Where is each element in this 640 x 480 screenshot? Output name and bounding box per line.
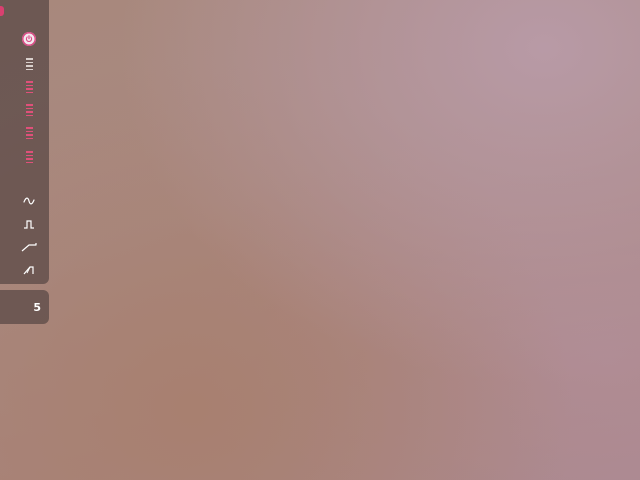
- menu-button-4[interactable]: [14, 123, 44, 143]
- indicator-marker: [0, 6, 4, 16]
- power-button[interactable]: [14, 29, 44, 49]
- menu-lines-icon: [25, 58, 33, 70]
- sawtooth-wave-icon: [23, 266, 34, 275]
- menu-button-5[interactable]: [14, 147, 44, 167]
- ramp-wave-icon: [21, 243, 37, 252]
- menu-lines-icon: [25, 127, 33, 139]
- menu-button-1[interactable]: [14, 54, 44, 74]
- menu-lines-icon: [25, 81, 33, 93]
- square-wave-icon: [24, 220, 34, 229]
- square-wave-button[interactable]: [14, 214, 44, 234]
- count-badge[interactable]: 5: [0, 290, 49, 324]
- sine-wave-icon: [23, 197, 35, 205]
- menu-button-3[interactable]: [14, 100, 44, 120]
- menu-lines-icon: [25, 104, 33, 116]
- ramp-wave-button[interactable]: [14, 237, 44, 257]
- menu-button-2[interactable]: [14, 77, 44, 97]
- sine-wave-button[interactable]: [14, 191, 44, 211]
- power-icon: [22, 32, 36, 46]
- sawtooth-wave-button[interactable]: [14, 260, 44, 280]
- menu-lines-icon: [25, 151, 33, 163]
- count-value: 5: [33, 300, 41, 314]
- side-toolbar: [0, 0, 49, 284]
